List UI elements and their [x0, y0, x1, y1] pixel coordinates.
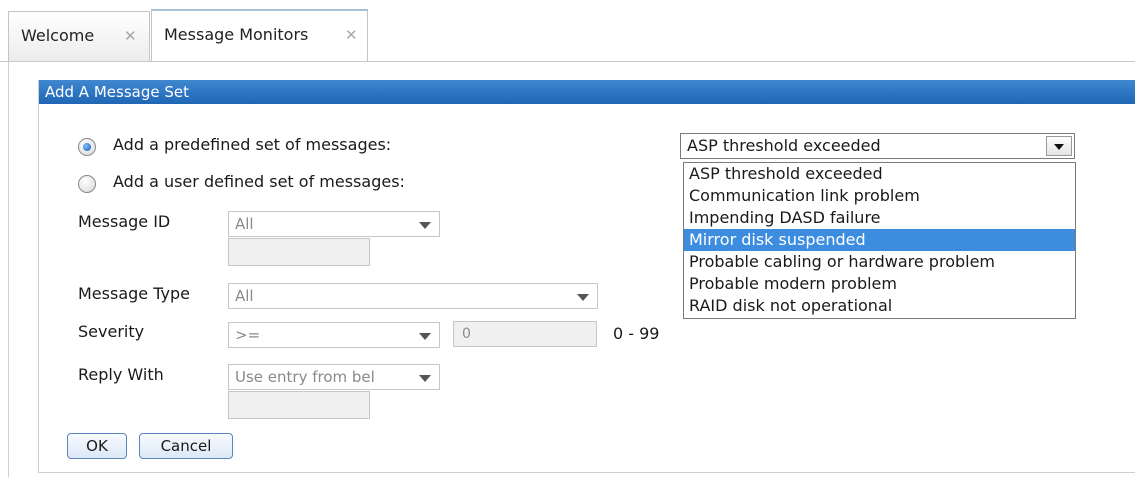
- predefined-set-select[interactable]: ASP threshold exceeded: [680, 133, 1075, 159]
- chevron-down-icon: [1054, 144, 1064, 150]
- reply-with-value: Use entry from bel: [235, 368, 375, 386]
- user-defined-radio[interactable]: [78, 175, 96, 193]
- dropdown-option[interactable]: Impending DASD failure: [684, 207, 1075, 229]
- reply-with-select[interactable]: Use entry from bel: [228, 364, 440, 390]
- message-id-input[interactable]: [228, 238, 370, 266]
- message-id-select[interactable]: All: [228, 211, 440, 237]
- predefined-radio[interactable]: [78, 138, 96, 156]
- message-type-select[interactable]: All: [228, 283, 598, 309]
- dropdown-option-highlighted[interactable]: Mirror disk suspended: [684, 229, 1075, 251]
- reply-with-input[interactable]: [228, 391, 370, 419]
- close-icon[interactable]: ✕: [124, 12, 137, 60]
- dropdown-option[interactable]: ASP threshold exceeded: [684, 163, 1075, 185]
- radio-dot: [83, 143, 91, 151]
- dropdown-option[interactable]: Probable cabling or hardware problem: [684, 251, 1075, 273]
- tab-label: Welcome: [21, 26, 95, 45]
- severity-range-hint: 0 - 99: [613, 324, 660, 343]
- predefined-set-value: ASP threshold exceeded: [687, 136, 881, 155]
- dropdown-option[interactable]: Probable modern problem: [684, 273, 1075, 295]
- user-defined-label: Add a user defined set of messages:: [113, 172, 405, 191]
- tab-label: Message Monitors: [164, 25, 309, 44]
- chevron-down-icon: [419, 333, 431, 340]
- chevron-down-icon: [419, 375, 431, 382]
- tab-welcome[interactable]: Welcome ✕: [8, 11, 150, 61]
- dropdown-option[interactable]: RAID disk not operational: [684, 295, 1075, 317]
- chevron-down-icon: [577, 294, 589, 301]
- message-id-value: All: [235, 215, 254, 233]
- severity-label: Severity: [78, 322, 145, 341]
- predefined-set-dropdown-list: ASP threshold exceeded Communication lin…: [683, 162, 1076, 319]
- severity-value-input[interactable]: 0: [453, 321, 597, 347]
- message-id-label: Message ID: [78, 212, 171, 231]
- dialog-title: Add A Message Set: [39, 80, 1135, 104]
- close-icon[interactable]: ✕: [345, 11, 358, 59]
- dropdown-button[interactable]: [1046, 136, 1072, 156]
- severity-operator-value: >=: [235, 326, 261, 344]
- message-type-value: All: [235, 287, 254, 305]
- severity-operator-select[interactable]: >=: [228, 322, 440, 348]
- predefined-label: Add a predefined set of messages:: [113, 135, 392, 154]
- tab-message-monitors[interactable]: Message Monitors ✕: [151, 9, 368, 61]
- message-type-label: Message Type: [78, 284, 190, 303]
- reply-with-label: Reply With: [78, 365, 164, 384]
- cancel-button[interactable]: Cancel: [139, 433, 233, 459]
- ok-button[interactable]: OK: [67, 433, 127, 459]
- chevron-down-icon: [419, 222, 431, 229]
- dropdown-option[interactable]: Communication link problem: [684, 185, 1075, 207]
- tab-bar: Welcome ✕ Message Monitors ✕: [0, 0, 1135, 62]
